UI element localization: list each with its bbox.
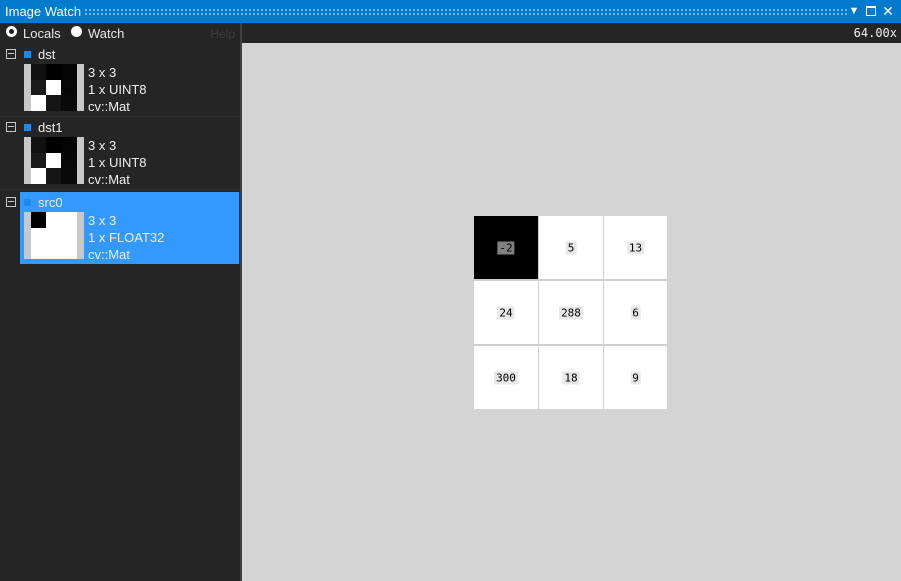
image-thumbnail: [24, 64, 84, 111]
variable-class: cv::Mat: [88, 99, 130, 114]
pixel-cell[interactable]: 288: [539, 281, 603, 344]
variable-type: 1 x UINT8: [88, 155, 147, 170]
variables-panel: Locals Watch Help dst 3 x 3 1 x UINT8 cv…: [0, 23, 240, 581]
variable-class: cv::Mat: [88, 247, 130, 262]
pixel-value: 288: [559, 306, 583, 319]
collapse-icon[interactable]: [6, 197, 16, 207]
variable-dims: 3 x 3: [88, 138, 117, 153]
pixel-cell[interactable]: -2: [474, 216, 538, 279]
watch-label[interactable]: Watch: [88, 26, 124, 41]
variable-type: 1 x FLOAT32: [88, 230, 165, 245]
variable-dims: 3 x 3: [88, 213, 117, 228]
pixel-value: 18: [562, 371, 580, 384]
variable-type: 1 x UINT8: [88, 82, 147, 97]
variable-class: cv::Mat: [88, 172, 130, 187]
pixel-value: 13: [626, 241, 645, 254]
close-icon[interactable]: ✕: [881, 3, 895, 19]
pixel-value: 300: [494, 371, 518, 384]
variable-name: dst: [38, 47, 56, 62]
pixel-value: 6: [630, 306, 641, 319]
item-divider: [0, 189, 240, 190]
collapse-icon[interactable]: [6, 122, 16, 132]
zoom-level: 64.00x: [853, 26, 897, 40]
image-thumbnail: [24, 137, 84, 184]
title-bar: Image Watch ▼ ✕: [0, 0, 901, 23]
scope-toolbar: Locals Watch Help: [0, 23, 240, 43]
pixel-value: 5: [565, 241, 577, 254]
pixel-cell[interactable]: 13: [604, 216, 667, 279]
pixel-cell[interactable]: 6: [604, 281, 667, 344]
image-thumbnail: [24, 212, 84, 259]
variable-marker-icon: [24, 124, 31, 131]
pixel-grid[interactable]: -2 5 13 24 288 6 300 18 9: [474, 216, 667, 409]
image-viewer[interactable]: 64.00x -2 5 13 24 288 6 300 18 9: [242, 23, 901, 581]
pixel-value: 24: [497, 306, 515, 319]
maximize-icon[interactable]: [864, 3, 878, 19]
dropdown-icon[interactable]: ▼: [847, 3, 861, 19]
pixel-cell[interactable]: 18: [539, 346, 603, 409]
pixel-cell[interactable]: 5: [539, 216, 603, 279]
title-bar-grip[interactable]: [84, 8, 849, 15]
pixel-cell[interactable]: 24: [474, 281, 538, 344]
viewer-toolbar: 64.00x: [242, 23, 901, 43]
help-link[interactable]: Help: [210, 27, 235, 41]
watch-radio[interactable]: [71, 26, 82, 37]
pixel-cell[interactable]: 300: [474, 346, 538, 409]
window-title: Image Watch: [5, 4, 82, 19]
variable-name: src0: [38, 195, 63, 210]
variable-item-dst[interactable]: dst 3 x 3 1 x UINT8 cv::Mat: [0, 44, 240, 117]
variable-name: dst1: [38, 120, 63, 135]
pixel-cell[interactable]: 9: [604, 346, 667, 409]
variable-item-src0[interactable]: src0 3 x 3 1 x FLOAT32 cv::Mat: [0, 192, 240, 264]
pixel-value: -2: [497, 241, 515, 254]
variable-marker-icon: [24, 199, 31, 206]
variable-marker-icon: [24, 51, 31, 58]
locals-label[interactable]: Locals: [23, 26, 61, 41]
locals-radio[interactable]: [6, 26, 17, 37]
variable-item-dst1[interactable]: dst1 3 x 3 1 x UINT8 cv::Mat: [0, 117, 240, 190]
collapse-icon[interactable]: [6, 49, 16, 59]
variable-dims: 3 x 3: [88, 65, 117, 80]
pixel-value: 9: [630, 371, 641, 384]
